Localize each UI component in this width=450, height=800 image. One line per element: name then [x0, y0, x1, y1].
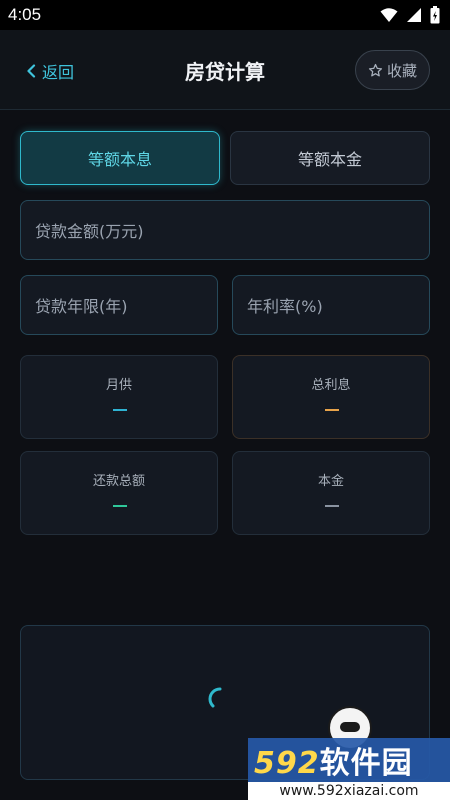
tab-equal-principal[interactable]: 等额本金	[230, 131, 430, 185]
loan-years-placeholder: 贷款年限(年)	[35, 297, 128, 316]
monthly-payment-label: 月供	[105, 378, 132, 393]
status-bar: 4:05	[0, 0, 450, 30]
status-icons	[380, 6, 440, 24]
watermark-brand: 592软件园	[254, 738, 413, 782]
status-time: 4:05	[8, 5, 42, 24]
wifi-icon	[380, 8, 398, 22]
signal-icon	[407, 8, 421, 22]
principal-card: 本金	[232, 451, 430, 535]
principal-value	[325, 505, 339, 507]
battery-icon	[430, 6, 440, 24]
watermark-brand-text: 软件园	[319, 746, 413, 781]
total-repayment-value	[113, 505, 127, 507]
total-repayment-label: 还款总额	[92, 474, 145, 489]
tab-equal-installment[interactable]: 等额本息	[20, 131, 220, 185]
star-icon	[368, 63, 383, 76]
tab-label: 等额本金	[297, 150, 362, 169]
watermark-logo: 592软件园 www.592xiazai.com	[248, 706, 450, 800]
total-repayment-card: 还款总额	[20, 451, 218, 535]
monthly-payment-card: 月供	[20, 355, 218, 439]
interest-rate-placeholder: 年利率(%)	[247, 297, 323, 316]
interest-rate-input[interactable]: 年利率(%)	[232, 275, 430, 335]
watermark-url: www.592xiazai.com	[248, 782, 450, 800]
favorite-label: 收藏	[386, 61, 417, 80]
total-interest-label: 总利息	[311, 378, 351, 393]
loan-years-input[interactable]: 贷款年限(年)	[20, 275, 218, 335]
watermark-brand-number: 592	[254, 746, 320, 781]
favorite-button[interactable]: 收藏	[355, 50, 430, 90]
tab-label: 等额本息	[87, 150, 152, 169]
principal-label: 本金	[317, 474, 344, 489]
loan-amount-input[interactable]: 贷款金额(万元)	[20, 200, 430, 260]
loading-spinner-icon	[208, 687, 222, 708]
total-interest-card: 总利息	[232, 355, 430, 439]
loan-amount-placeholder: 贷款金额(万元)	[35, 222, 144, 241]
total-interest-value	[325, 409, 339, 411]
app-bar: 返回 房贷计算 收藏	[0, 30, 450, 110]
monthly-payment-value	[113, 409, 127, 411]
